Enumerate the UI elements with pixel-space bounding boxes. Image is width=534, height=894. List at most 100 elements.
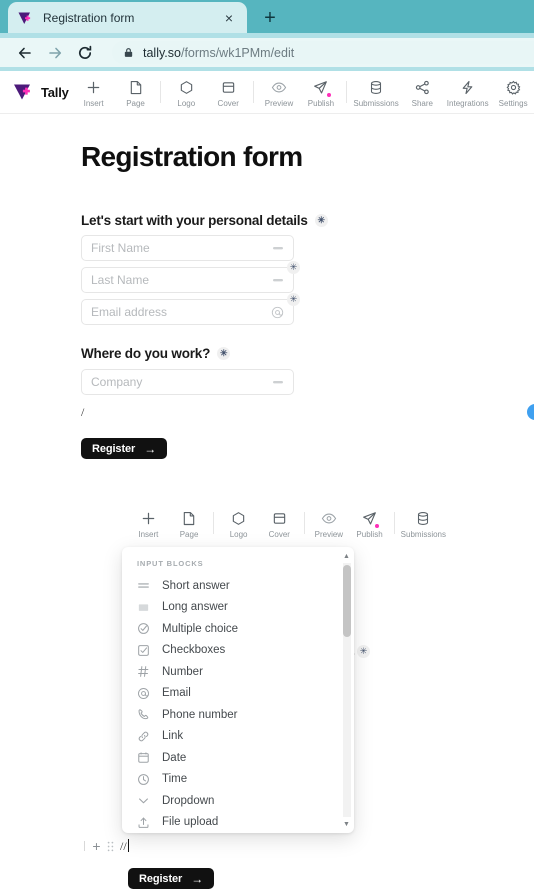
question-label-personal-details[interactable]: Let's start with your personal details ✳	[81, 213, 328, 228]
secondary-toolbar-item-preview[interactable]: Preview	[309, 508, 350, 539]
secondary-toolbar-label: Insert	[138, 529, 159, 539]
toolbar-item-share[interactable]: Share	[401, 77, 443, 108]
browser-tab-strip: Registration form × +	[0, 0, 534, 33]
toolbar-label: Settings	[498, 98, 528, 108]
secondary-toolbar-item-cover[interactable]: Cover	[259, 508, 300, 539]
slash-command-input[interactable]: //	[120, 838, 129, 854]
toolbar-item-settings[interactable]: Settings	[492, 77, 534, 108]
slash-command-value: //	[120, 838, 127, 853]
toolbar-divider	[213, 512, 215, 534]
plus-icon	[86, 79, 101, 96]
toolbar-item-logo[interactable]: Logo	[165, 77, 207, 108]
browser-tab[interactable]: Registration form ×	[8, 2, 247, 33]
register-button[interactable]: Register →	[81, 438, 168, 459]
required-badge: ✳	[287, 261, 300, 274]
field-placeholder: Last Name	[91, 273, 150, 287]
toolbar-item-publish[interactable]: Publish	[300, 77, 342, 108]
toolbar-item-integrations[interactable]: Integrations	[443, 77, 492, 108]
secondary-toolbar: Insert Page Logo Cover Preview Publish S…	[128, 504, 448, 542]
menu-item-checkboxes[interactable]: Checkboxes	[122, 640, 354, 662]
add-block-button[interactable]: +	[90, 839, 103, 853]
drag-handle-icon[interactable]	[105, 840, 116, 853]
question-label-where-do-you-work[interactable]: Where do you work? ✳	[81, 346, 231, 361]
text-caret	[127, 838, 129, 852]
menu-item-label: Checkboxes	[162, 644, 226, 657]
menu-item-email[interactable]: Email	[122, 683, 354, 705]
chevron-down-icon	[137, 794, 152, 807]
short-answer-icon	[272, 243, 284, 253]
toolbar-label: Cover	[217, 98, 239, 108]
register-button-preview[interactable]: Register →	[128, 868, 215, 889]
menu-item-label: File upload	[162, 816, 219, 829]
secondary-toolbar-item-insert[interactable]: Insert	[128, 508, 169, 539]
toolbar-label: Preview	[264, 98, 294, 108]
arrow-right-icon: →	[144, 441, 157, 456]
publish-badge	[326, 92, 331, 97]
secondary-toolbar-item-logo[interactable]: Logo	[218, 508, 259, 539]
close-icon[interactable]: ×	[220, 9, 238, 27]
menu-item-dropdown[interactable]: Dropdown	[122, 790, 354, 812]
menu-item-number[interactable]: Number	[122, 661, 354, 683]
toolbar-item-submissions[interactable]: Submissions	[351, 77, 402, 108]
menu-item-link[interactable]: Link	[122, 726, 354, 748]
circle-check-icon	[137, 622, 152, 635]
scroll-up-icon[interactable]: ▲	[341, 551, 352, 561]
toolbar-divider	[303, 512, 305, 534]
slash-command-text[interactable]: /	[81, 405, 84, 420]
secondary-toolbar-item-page[interactable]: Page	[169, 508, 210, 539]
cover-icon	[272, 510, 287, 527]
gear-icon	[506, 79, 521, 96]
new-tab-button[interactable]: +	[258, 6, 282, 30]
square-check-icon	[137, 644, 152, 657]
hexagon-icon	[231, 510, 246, 527]
menu-item-label: Time	[162, 773, 188, 786]
page-title[interactable]: Registration form	[81, 141, 481, 173]
menu-item-label: Dropdown	[162, 794, 215, 807]
menu-item-long-answer[interactable]: Long answer	[122, 597, 354, 619]
menu-item-label: Link	[162, 730, 184, 743]
field-company[interactable]: Company	[81, 369, 294, 395]
secondary-toolbar-label: Logo	[229, 529, 248, 539]
occluded-required-marker: ✳	[357, 645, 370, 658]
address-bar[interactable]: tally.so/forms/wk1PMm/edit	[112, 41, 534, 64]
scroll-down-icon[interactable]: ▼	[341, 819, 352, 829]
scrollbar-thumb[interactable]	[342, 565, 351, 637]
secondary-toolbar-label: Publish	[356, 529, 383, 539]
toolbar-divider	[345, 81, 347, 103]
toolbar-item-page[interactable]: Page	[115, 77, 157, 108]
back-button[interactable]	[10, 38, 40, 67]
field-first-name[interactable]: First Name	[81, 235, 294, 261]
question-text: Where do you work?	[81, 346, 211, 361]
menu-item-multiple-choice[interactable]: Multiple choice	[122, 618, 354, 640]
menu-item-time[interactable]: Time	[122, 769, 354, 791]
tally-brand[interactable]: Tally	[13, 82, 69, 102]
menu-item-label: Date	[162, 751, 187, 764]
url-domain: tally.so	[143, 45, 181, 60]
register-label: Register	[92, 442, 136, 455]
link-icon	[137, 730, 152, 743]
field-placeholder: First Name	[91, 241, 150, 255]
toolbar-label: Share	[411, 98, 433, 108]
hexagon-icon	[179, 79, 194, 96]
toolbar-item-insert[interactable]: Insert	[73, 77, 115, 108]
menu-item-file-upload[interactable]: File upload	[122, 812, 354, 834]
toolbar-label: Logo	[177, 98, 196, 108]
secondary-toolbar-item-submissions[interactable]: Submissions	[399, 508, 448, 539]
menu-item-date[interactable]: Date	[122, 747, 354, 769]
menu-item-phone-number[interactable]: Phone number	[122, 704, 354, 726]
required-badge: ✳	[287, 293, 300, 306]
short-answer-icon	[137, 579, 152, 592]
forward-button[interactable]	[40, 38, 70, 67]
field-last-name[interactable]: Last Name ✳	[81, 261, 300, 293]
menu-scrollbar[interactable]: ▲ ▼	[341, 551, 352, 829]
question-text: Let's start with your personal details	[81, 213, 308, 228]
required-marker: ✳	[217, 347, 231, 360]
secondary-toolbar-item-publish[interactable]: Publish	[349, 508, 390, 539]
reload-button[interactable]	[70, 38, 100, 67]
database-icon	[416, 510, 430, 527]
menu-item-short-answer[interactable]: Short answer	[122, 575, 354, 597]
brand-name: Tally	[41, 84, 69, 100]
field-email-address[interactable]: Email address ✳	[81, 293, 300, 325]
toolbar-item-preview[interactable]: Preview	[258, 77, 300, 108]
toolbar-item-cover[interactable]: Cover	[207, 77, 249, 108]
